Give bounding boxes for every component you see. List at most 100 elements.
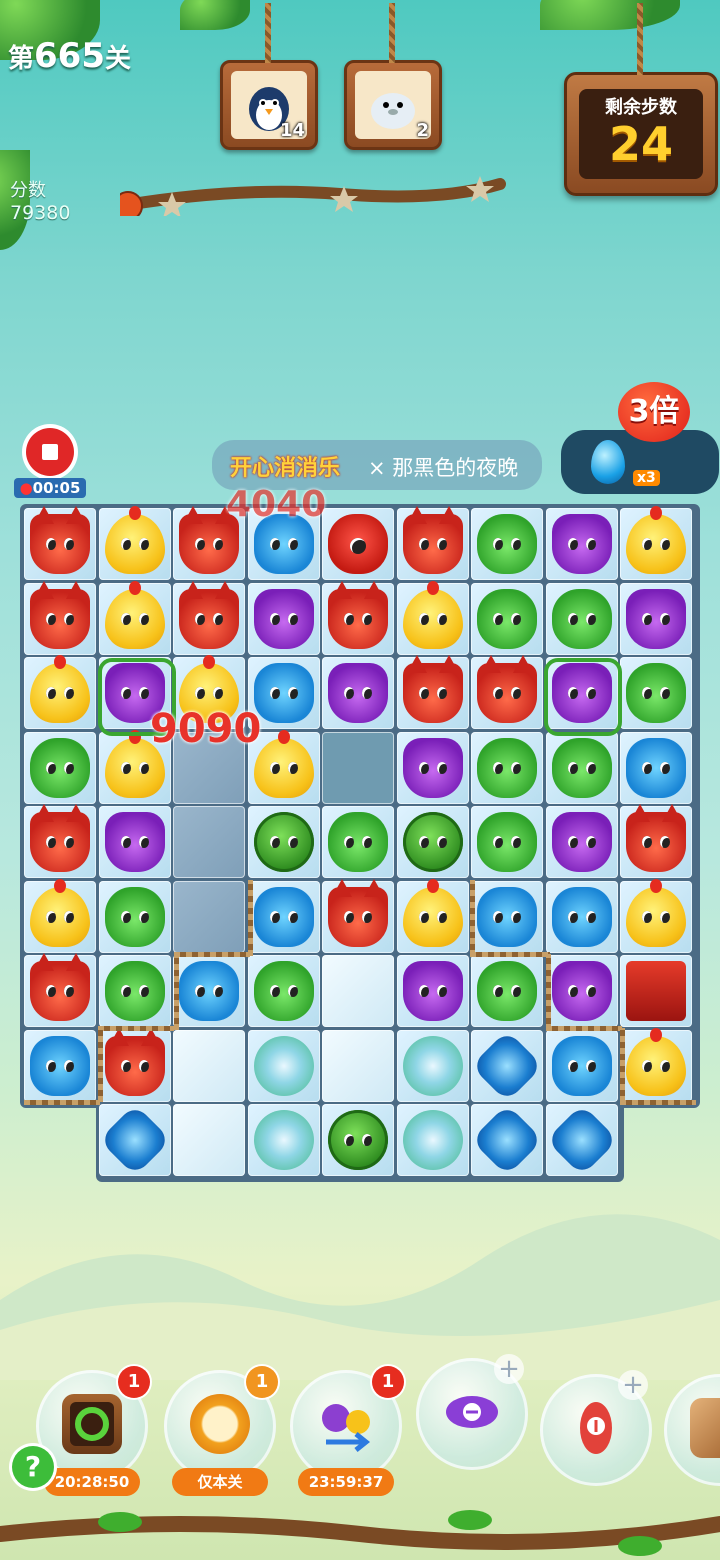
board-cell[interactable] [545, 508, 618, 580]
board-cell[interactable] [247, 806, 320, 878]
board-cell[interactable] [322, 1104, 394, 1176]
board-cell[interactable] [98, 506, 171, 580]
board-cell[interactable] [322, 657, 394, 729]
board-cell[interactable] [173, 580, 245, 655]
board-cell[interactable] [545, 806, 618, 878]
board-cell[interactable] [24, 1029, 96, 1102]
hammer-booster-button[interactable] [664, 1374, 720, 1486]
board-cell[interactable] [247, 1104, 320, 1176]
board-cell[interactable] [247, 955, 320, 1027]
board-cell[interactable] [396, 1029, 469, 1102]
board-cell[interactable] [471, 731, 543, 804]
board-cell[interactable] [471, 508, 543, 580]
board-cell[interactable] [471, 582, 543, 655]
add-booster-icon[interactable]: + [494, 1354, 524, 1384]
bear-icon [477, 886, 537, 947]
board-cell[interactable] [24, 506, 96, 580]
board-cell[interactable] [173, 1104, 245, 1176]
add-booster-icon[interactable]: + [618, 1370, 648, 1400]
eye [585, 985, 596, 997]
stop-recording-button[interactable] [26, 428, 74, 476]
frog-icon [477, 812, 537, 872]
board-cell[interactable] [173, 806, 245, 878]
board-cell[interactable] [396, 1104, 469, 1176]
board-cell[interactable] [620, 506, 692, 580]
board-cell[interactable] [396, 580, 469, 655]
board-cell[interactable] [98, 806, 171, 878]
board-cell[interactable] [24, 731, 96, 804]
board-cell[interactable] [98, 580, 171, 655]
horizontal-rocket-booster-button[interactable]: + [416, 1354, 528, 1470]
eye [660, 836, 670, 848]
help-button[interactable]: ? [12, 1446, 54, 1488]
level-prefix: 第 [8, 44, 35, 74]
board-cell[interactable] [173, 1029, 245, 1102]
board-cell[interactable] [24, 655, 96, 729]
board-cell[interactable] [322, 878, 394, 953]
board-cell[interactable] [24, 804, 96, 878]
music-bar[interactable]: 开心消消乐 × 那黑色的夜晚 [212, 440, 542, 490]
board-cell[interactable] [247, 880, 320, 953]
board-cell[interactable] [620, 955, 692, 1027]
board-cell[interactable] [545, 1103, 618, 1177]
owl-icon [402, 737, 463, 798]
board-cell[interactable] [173, 955, 245, 1027]
board-cell[interactable] [471, 955, 543, 1027]
board-cell[interactable] [471, 806, 543, 878]
board-cell[interactable] [471, 880, 543, 953]
board-cell[interactable] [322, 1029, 394, 1102]
board-cell[interactable] [322, 580, 394, 655]
board-cell[interactable] [396, 806, 469, 878]
bear-icon [551, 1035, 612, 1096]
eye [344, 836, 354, 848]
board-cell[interactable] [24, 878, 96, 953]
board-cell[interactable] [620, 878, 692, 953]
eye [585, 1059, 596, 1072]
board-cell[interactable] [98, 1103, 171, 1177]
board-cell[interactable] [322, 955, 394, 1027]
board-cell[interactable] [545, 582, 618, 655]
board-cell[interactable] [620, 582, 692, 655]
board-cell[interactable] [322, 508, 394, 580]
board-cell[interactable] [98, 880, 171, 953]
bush-icon [402, 812, 463, 872]
board-cell[interactable] [396, 731, 469, 804]
eye [46, 612, 56, 625]
rope-barrier [248, 880, 253, 956]
hills-background [0, 1214, 720, 1380]
board-cell[interactable] [471, 655, 543, 729]
board-cell[interactable] [24, 580, 96, 655]
board-cell[interactable] [247, 1029, 320, 1102]
owl-icon [551, 514, 612, 574]
board-cell[interactable] [470, 1029, 544, 1102]
board-cell[interactable] [396, 955, 469, 1027]
board-cell[interactable] [322, 806, 394, 878]
eye [269, 687, 280, 699]
board-cell[interactable] [620, 731, 692, 804]
eye [418, 910, 429, 923]
eye [344, 910, 354, 923]
board-cell[interactable] [24, 953, 96, 1027]
vertical-rocket-booster-button[interactable]: + [540, 1370, 652, 1486]
board-cell[interactable] [396, 878, 469, 953]
swap-booster-button[interactable]: 1 23:59:37 [290, 1366, 404, 1496]
fox-icon [402, 506, 463, 574]
board-cell[interactable] [98, 1027, 171, 1102]
eye [64, 1059, 74, 1072]
board-cell[interactable] [247, 582, 320, 655]
board-cell[interactable] [470, 1103, 544, 1177]
board-cell[interactable] [98, 955, 171, 1027]
board-cell[interactable] [620, 804, 692, 878]
board-cell[interactable] [620, 657, 692, 729]
board-cell[interactable] [322, 731, 394, 804]
clock-booster-button[interactable]: 1 仅本关 [164, 1366, 278, 1496]
blueflower-icon [470, 1103, 544, 1177]
board-cell[interactable] [396, 506, 469, 580]
board-cell[interactable] [396, 655, 469, 729]
board-cell[interactable] [545, 1029, 618, 1102]
board-cell[interactable] [173, 880, 245, 953]
board-cell[interactable] [545, 731, 618, 804]
board-cell[interactable] [545, 955, 618, 1027]
board-cell[interactable] [620, 1027, 692, 1102]
board-cell[interactable] [545, 880, 618, 953]
